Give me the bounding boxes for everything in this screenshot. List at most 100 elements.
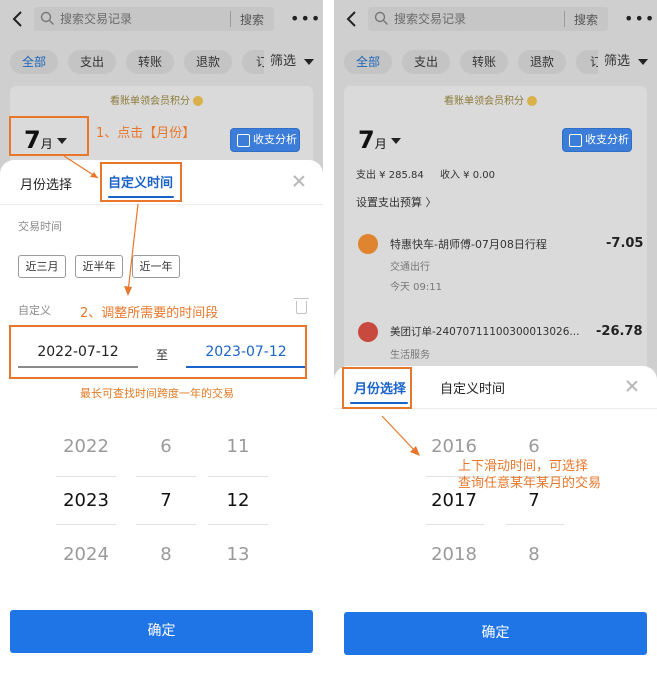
wheel-month-prev[interactable]: 6 <box>504 436 564 457</box>
right-screen: 搜索交易记录 搜索 ••• 全部 支出 转账 退款 订 筛选 看账单领会员积分 … <box>334 0 657 684</box>
vip-strip-label: 看账单领会员积分 <box>444 96 524 107</box>
search-button[interactable]: 搜索 <box>574 11 598 28</box>
transaction-category: 生活服务 <box>390 350 430 361</box>
wheel-selection-line <box>136 524 196 525</box>
wheel-day-selected[interactable]: 12 <box>208 490 268 511</box>
annotation-box-month-tab <box>342 367 412 409</box>
filter-chip-transfer[interactable]: 转账 <box>460 50 508 74</box>
vip-strip[interactable]: 看账单领会员积分 <box>110 92 203 107</box>
search-input[interactable]: 搜索交易记录 <box>394 10 466 27</box>
filter-row: 全部 支出 转账 退款 订 筛选 <box>10 50 323 74</box>
filter-chip-refund[interactable]: 退款 <box>184 50 232 74</box>
transaction-category: 交通出行 <box>390 262 430 273</box>
filter-chip-all[interactable]: 全部 <box>10 50 58 74</box>
didi-logo-icon <box>358 234 378 254</box>
quick-range-half-year[interactable]: 近半年 <box>75 255 123 278</box>
chevron-down-icon <box>390 138 401 144</box>
vip-strip[interactable]: 看账单领会员积分 <box>444 92 537 107</box>
filter-button[interactable]: 筛选 <box>264 50 323 74</box>
back-arrow-icon[interactable] <box>344 9 360 29</box>
annotation-arrow-1 <box>63 155 99 179</box>
search-box[interactable]: 搜索交易记录 搜索 <box>368 7 608 31</box>
annotation-step-1: 1、点击【月份】 <box>96 126 196 141</box>
chevron-down-icon <box>638 58 649 65</box>
wheel-month-next[interactable]: 8 <box>136 544 196 565</box>
wheel-selection-line <box>208 476 268 477</box>
analysis-label: 收支分析 <box>253 133 297 146</box>
custom-label: 自定义 <box>18 304 51 317</box>
search-divider <box>230 11 231 27</box>
wheel-year-selected[interactable]: 2017 <box>424 490 484 511</box>
tab-divider <box>0 204 323 205</box>
wheel-year-next[interactable]: 2024 <box>56 544 116 565</box>
wheel-year-prev[interactable]: 2016 <box>424 436 484 457</box>
close-icon[interactable] <box>626 380 638 392</box>
wheel-year-prev[interactable]: 2022 <box>56 436 116 457</box>
quick-range-3-months[interactable]: 近三月 <box>18 255 66 278</box>
confirm-button[interactable]: 确定 <box>10 610 313 653</box>
filter-label: 筛选 <box>604 54 631 69</box>
filter-chip-transfer[interactable]: 转账 <box>126 50 174 74</box>
annotation-arrow-2 <box>124 203 139 296</box>
wheel-year-next[interactable]: 2018 <box>424 544 484 565</box>
search-divider <box>564 11 565 27</box>
transaction-time: 今天 09:11 <box>390 282 442 293</box>
chart-icon <box>237 134 250 147</box>
close-icon[interactable] <box>293 175 305 187</box>
month-unit: 月 <box>374 137 387 151</box>
wheel-month-prev[interactable]: 6 <box>136 436 196 457</box>
wheel-month-next[interactable]: 8 <box>504 544 564 565</box>
tab-custom-time[interactable]: 自定义时间 <box>440 378 505 397</box>
filter-chip-all[interactable]: 全部 <box>344 50 392 74</box>
filter-row: 全部 支出 转账 退款 订 筛选 <box>344 50 657 74</box>
analysis-label: 收支分析 <box>585 133 629 146</box>
transaction-amount: -26.78 <box>596 324 643 339</box>
filter-chip-expense[interactable]: 支出 <box>68 50 116 74</box>
transaction-title: 特惠快车-胡师傅-07月08日行程 <box>390 238 547 251</box>
income-expense-analysis-button[interactable]: 收支分析 <box>230 128 300 152</box>
transaction-title: 美团订单-24070711100300013026... <box>390 326 580 338</box>
search-button[interactable]: 搜索 <box>240 11 264 28</box>
more-icon[interactable]: ••• <box>290 11 321 27</box>
confirm-button[interactable]: 确定 <box>344 612 647 655</box>
more-icon[interactable]: ••• <box>624 11 655 27</box>
transaction-time-label: 交易时间 <box>18 220 62 233</box>
top-bar: 搜索交易记录 搜索 ••• <box>334 0 657 38</box>
wheel-day-next[interactable]: 13 <box>208 544 268 565</box>
wheel-day-prev[interactable]: 11 <box>208 436 268 457</box>
income-expense-analysis-button[interactable]: 收支分析 <box>562 128 632 152</box>
filter-button[interactable]: 筛选 <box>598 50 657 74</box>
wheel-selection-line <box>56 476 116 477</box>
wheel-month-selected[interactable]: 7 <box>504 490 564 511</box>
set-budget-link[interactable]: 设置支出预算 〉 <box>356 194 437 210</box>
month-number: 7 <box>358 126 375 154</box>
search-box[interactable]: 搜索交易记录 搜索 <box>34 7 274 31</box>
wheel-selection-line <box>208 524 268 525</box>
filter-label: 筛选 <box>270 54 297 69</box>
vip-strip-label: 看账单领会员积分 <box>110 96 190 107</box>
month-summary-card: 看账单领会员积分 7月 收支分析 支出 ¥ 285.84 收入 ¥ 0.00 设… <box>344 86 647 376</box>
annotation-step-2: 2、调整所需要的时间段 <box>80 306 219 321</box>
income-total: 收入 ¥ 0.00 <box>440 170 495 181</box>
search-input[interactable]: 搜索交易记录 <box>60 10 132 27</box>
wheel-year-selected[interactable]: 2023 <box>56 490 116 511</box>
date-picker-sheet: 月份选择 自定义时间 交易时间 近三月 近半年 近一年 自定义 2022-07-… <box>0 160 323 684</box>
top-bar: 搜索交易记录 搜索 ••• <box>0 0 323 38</box>
annotation-line-2: 查询任意某年某月的交易 <box>458 476 602 491</box>
trash-icon[interactable] <box>294 298 309 314</box>
meituan-logo-icon <box>358 322 378 342</box>
left-screen: 搜索交易记录 搜索 ••• 全部 支出 转账 退款 订 筛选 看账单领会员积分 … <box>0 0 323 684</box>
search-icon <box>374 11 388 25</box>
chart-icon <box>569 134 582 147</box>
vip-badge-icon <box>527 96 537 106</box>
filter-chip-expense[interactable]: 支出 <box>402 50 450 74</box>
wheel-month-selected[interactable]: 7 <box>136 490 196 511</box>
filter-chip-refund[interactable]: 退款 <box>518 50 566 74</box>
search-icon <box>40 11 54 25</box>
transaction-amount: -7.05 <box>606 236 644 251</box>
annotation-box-date-range <box>9 325 307 379</box>
month-selector[interactable]: 7月 <box>358 126 401 154</box>
annotation-arrow <box>381 415 420 456</box>
wheel-selection-line <box>56 524 116 525</box>
back-arrow-icon[interactable] <box>10 9 26 29</box>
